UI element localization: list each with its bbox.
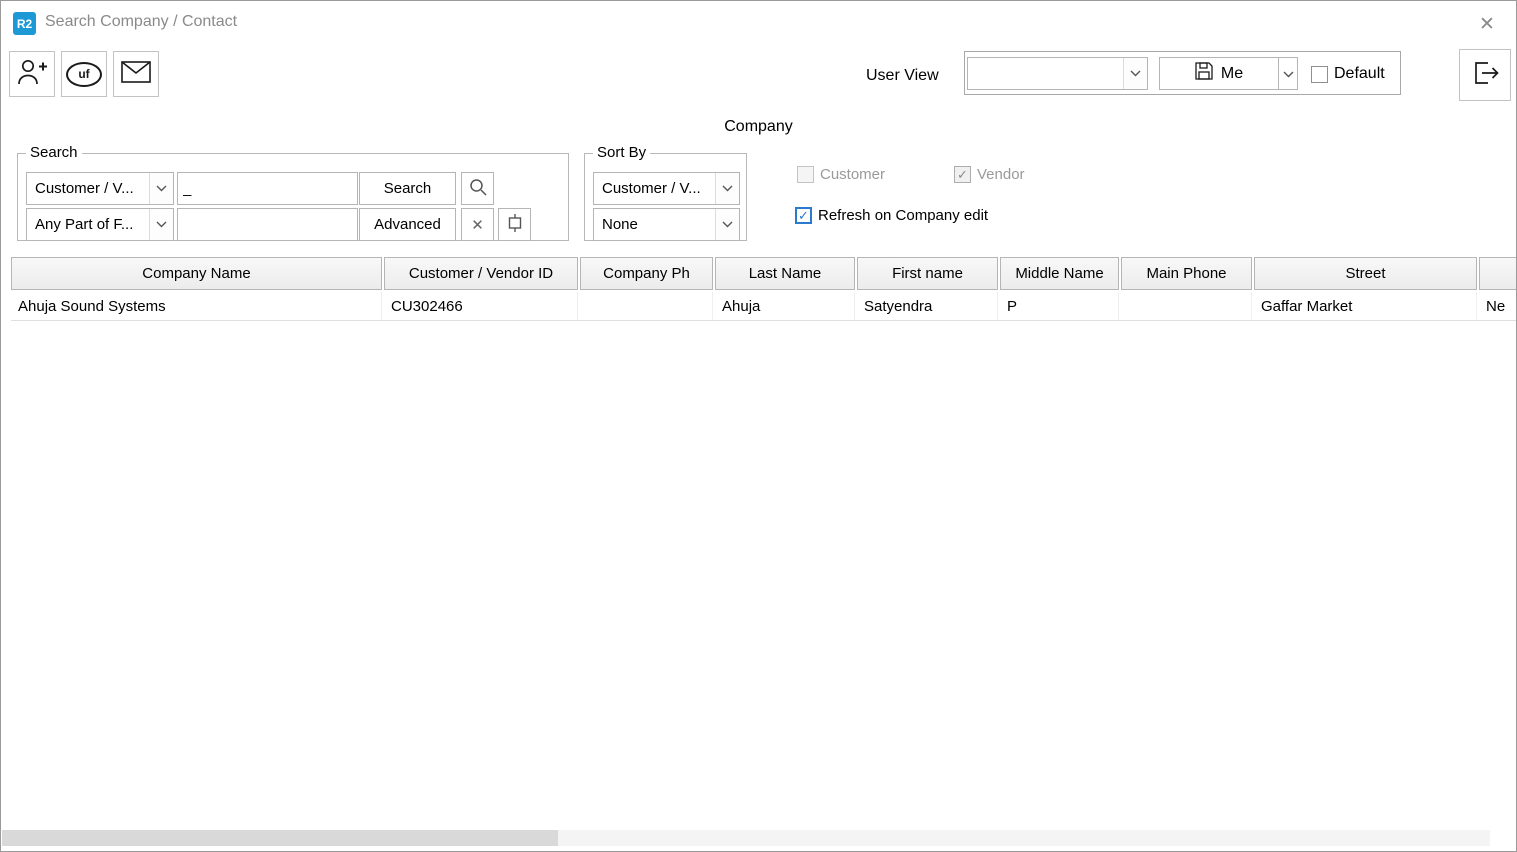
customer-checkbox[interactable]: Customer <box>797 166 885 183</box>
titlebar: R2 Search Company / Contact ✕ <box>1 1 1516 43</box>
column-header[interactable]: Street <box>1254 257 1477 290</box>
magnifier-icon <box>469 178 487 200</box>
checkbox-box <box>797 166 814 183</box>
chevron-down-icon <box>149 209 173 240</box>
search-button[interactable]: Search <box>359 172 456 205</box>
exit-icon <box>1471 59 1499 92</box>
vendor-checkbox-label: Vendor <box>977 166 1025 183</box>
app-window: R2 Search Company / Contact ✕ uf User Vi… <box>0 0 1517 852</box>
column-header[interactable]: First name <box>857 257 998 290</box>
match-type-select-value: Any Part of F... <box>35 216 133 233</box>
table-header-row: Company NameCustomer / Vendor IDCompany … <box>11 257 1517 290</box>
center-window-icon <box>505 213 525 237</box>
user-view-group: Me Default <box>964 51 1401 95</box>
window-title: Search Company / Contact <box>45 13 237 31</box>
exit-button[interactable] <box>1459 49 1511 101</box>
save-view-split-button: Me <box>1159 57 1298 90</box>
app-logo: R2 <box>13 12 36 35</box>
sort-secondary-select[interactable]: None <box>593 208 740 241</box>
table-cell: Satyendra <box>857 292 998 320</box>
horizontal-scrollbar-thumb[interactable] <box>2 830 558 846</box>
save-view-dropdown[interactable] <box>1279 57 1298 90</box>
secondary-search-input[interactable] <box>177 208 358 241</box>
chevron-down-icon <box>715 209 739 240</box>
column-header[interactable]: Company Name <box>11 257 382 290</box>
chevron-down-icon <box>1123 58 1147 89</box>
table-cell: CU302466 <box>384 292 578 320</box>
match-type-select[interactable]: Any Part of F... <box>26 208 174 241</box>
default-checkbox[interactable]: Default <box>1311 65 1385 83</box>
sort-primary-value: Customer / V... <box>602 180 701 197</box>
default-checkbox-label: Default <box>1334 65 1385 83</box>
sort-primary-select[interactable]: Customer / V... <box>593 172 740 205</box>
clear-button[interactable]: ✕ <box>461 208 494 241</box>
table-row[interactable]: Ahuja Sound SystemsCU302466 AhujaSatyendr… <box>11 292 1517 321</box>
table-cell: P <box>1000 292 1119 320</box>
user-filter-view-button[interactable]: uf <box>61 51 107 97</box>
column-header[interactable]: Customer / Vendor ID <box>384 257 578 290</box>
table-cell: Ahuja <box>715 292 855 320</box>
quick-search-button[interactable] <box>461 172 494 205</box>
vendor-checkbox[interactable]: ✓ Vendor <box>954 166 1025 183</box>
table-cell: Ne <box>1479 292 1517 320</box>
uf-view-icon: uf <box>66 62 102 87</box>
table-body: Ahuja Sound SystemsCU302466 AhujaSatyendr… <box>11 292 1517 321</box>
refresh-on-edit-checkbox[interactable]: ✓ Refresh on Company edit <box>795 207 988 224</box>
sort-secondary-value: None <box>602 216 638 233</box>
expand-window-button[interactable] <box>498 208 531 241</box>
user-view-label: User View <box>866 67 939 85</box>
advanced-button[interactable]: Advanced <box>359 208 456 241</box>
check-icon: ✓ <box>954 166 971 183</box>
search-field-select-value: Customer / V... <box>35 180 134 197</box>
chevron-down-icon <box>715 173 739 204</box>
add-contact-button[interactable] <box>9 51 55 97</box>
column-header[interactable]: Middle Name <box>1000 257 1119 290</box>
chevron-down-icon <box>1283 65 1294 83</box>
column-header[interactable]: Company Ph <box>580 257 713 290</box>
table-cell <box>580 292 713 320</box>
close-icon[interactable]: ✕ <box>1474 11 1500 37</box>
company-section-label: Company <box>1 118 1516 136</box>
refresh-on-edit-label: Refresh on Company edit <box>818 207 988 224</box>
column-header[interactable] <box>1479 257 1517 290</box>
table-cell: Gaffar Market <box>1254 292 1477 320</box>
add-person-icon <box>16 57 48 92</box>
sort-groupbox: Sort By Customer / V... None <box>584 153 747 241</box>
column-header[interactable]: Main Phone <box>1121 257 1252 290</box>
search-groupbox: Search Customer / V... Search Any Part o… <box>17 153 569 241</box>
save-view-label: Me <box>1221 65 1243 83</box>
sort-groupbox-legend: Sort By <box>593 144 650 161</box>
table-cell: Ahuja Sound Systems <box>11 292 382 320</box>
mail-button[interactable] <box>113 51 159 97</box>
horizontal-scrollbar-track[interactable] <box>2 830 1490 846</box>
envelope-icon <box>121 61 151 88</box>
search-input[interactable] <box>177 172 358 205</box>
table-cell <box>1121 292 1252 320</box>
check-icon: ✓ <box>795 207 812 224</box>
user-view-select[interactable] <box>967 57 1148 90</box>
checkbox-box <box>1311 66 1328 83</box>
column-header[interactable]: Last Name <box>715 257 855 290</box>
search-field-select[interactable]: Customer / V... <box>26 172 174 205</box>
customer-checkbox-label: Customer <box>820 166 885 183</box>
clear-icon: ✕ <box>471 216 484 234</box>
save-icon <box>1195 62 1213 85</box>
search-groupbox-legend: Search <box>26 144 82 161</box>
save-view-button[interactable]: Me <box>1159 57 1279 90</box>
chevron-down-icon <box>149 173 173 204</box>
